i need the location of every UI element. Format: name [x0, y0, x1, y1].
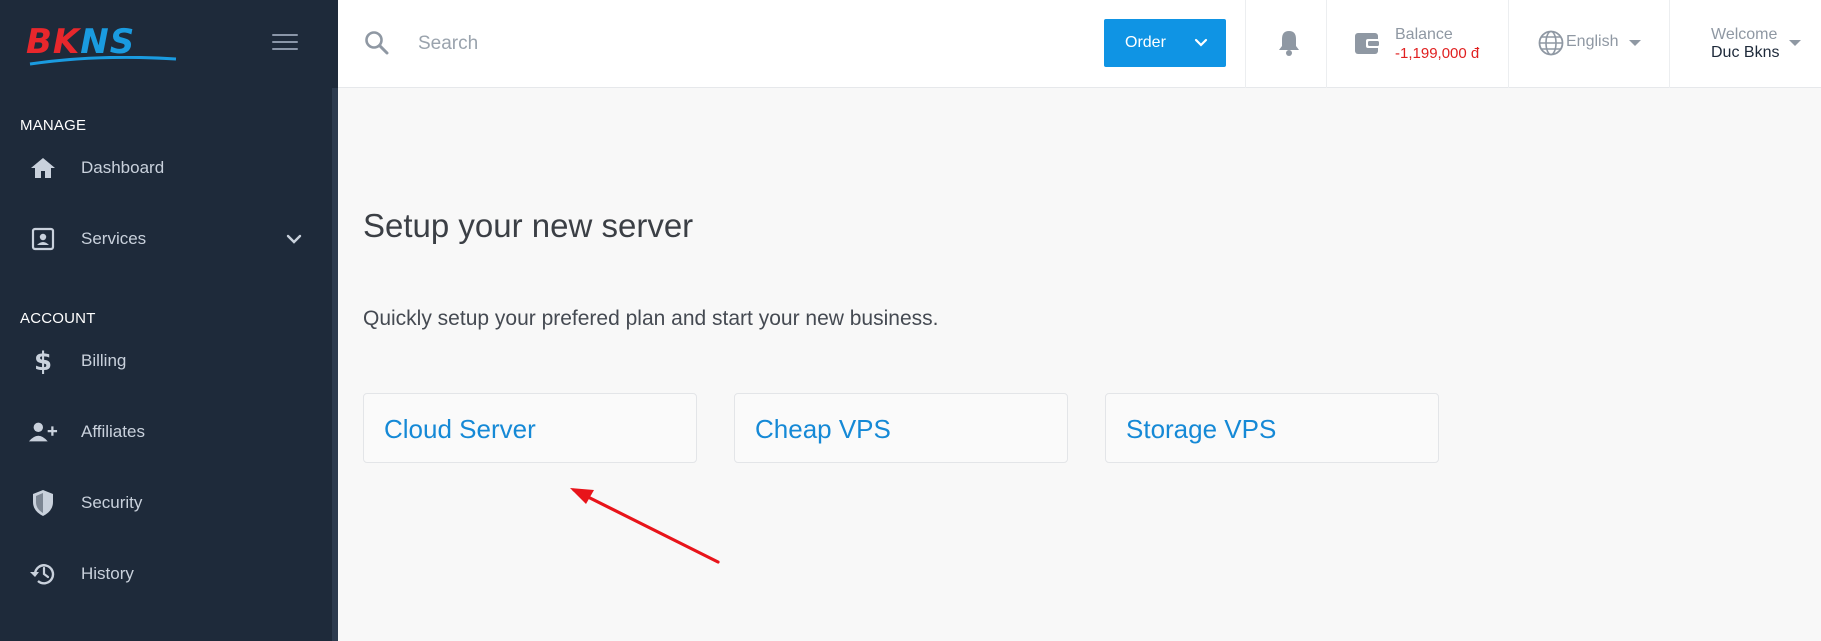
- search-icon[interactable]: [364, 30, 390, 56]
- sidebar-item-label: Billing: [81, 351, 127, 370]
- plan-card-label: Storage VPS: [1126, 414, 1277, 444]
- home-icon: [28, 153, 58, 183]
- section-label-manage: MANAGE: [20, 117, 87, 134]
- svg-text:$: $: [34, 347, 52, 375]
- plan-card-cloud-server[interactable]: Cloud Server: [363, 393, 697, 463]
- shield-icon: [28, 488, 58, 518]
- sidebar-item-label: History: [81, 564, 134, 583]
- header-divider: [1245, 0, 1246, 88]
- plan-card-label: Cloud Server: [384, 414, 536, 444]
- header-divider: [1326, 0, 1327, 88]
- top-bar: Order Balance -1,199,000 đ English Welco…: [338, 0, 1821, 88]
- welcome-label: Welcome: [1711, 26, 1778, 43]
- sidebar: BKNS MANAGE Dashboard Services ACCOUNT $…: [0, 0, 338, 641]
- page-subtitle: Quickly setup your prefered plan and sta…: [363, 307, 939, 330]
- menu-toggle-icon[interactable]: [272, 34, 298, 52]
- header-divider: [1669, 0, 1670, 88]
- history-icon: [28, 559, 58, 589]
- balance-label: Balance: [1395, 26, 1453, 43]
- red-arrow-annotation-icon: [570, 488, 720, 564]
- globe-icon[interactable]: [1537, 29, 1565, 57]
- bell-icon[interactable]: [1274, 28, 1304, 58]
- plan-card-storage-vps[interactable]: Storage VPS: [1105, 393, 1439, 463]
- sidebar-item-label: Affiliates: [81, 422, 145, 441]
- brand-logo[interactable]: BKNS: [26, 22, 177, 66]
- section-label-account: ACCOUNT: [20, 310, 96, 327]
- sidebar-item-affiliates[interactable]: Affiliates: [0, 405, 332, 459]
- caret-down-icon[interactable]: [1788, 39, 1802, 47]
- sidebar-scrollbar[interactable]: [332, 88, 338, 641]
- sidebar-item-security[interactable]: Security: [0, 476, 332, 530]
- dollar-icon: $: [28, 346, 58, 376]
- balance-value: -1,199,000 đ: [1395, 45, 1480, 62]
- page-title: Setup your new server: [363, 207, 694, 244]
- sidebar-item-label: Services: [81, 229, 147, 248]
- header-divider: [1508, 0, 1509, 88]
- user-name[interactable]: Duc Bkns: [1711, 44, 1779, 62]
- chevron-down-icon[interactable]: [284, 229, 304, 249]
- sidebar-item-billing[interactable]: $ Billing: [0, 334, 332, 388]
- logo-text: BKNS: [26, 22, 136, 62]
- wallet-icon: [1355, 33, 1381, 54]
- plan-card-label: Cheap VPS: [755, 414, 891, 444]
- sidebar-item-label: Security: [81, 493, 143, 512]
- sidebar-item-history[interactable]: History: [0, 547, 332, 601]
- user-plus-icon: [28, 417, 58, 447]
- search-input[interactable]: [418, 24, 1018, 64]
- logo-swoosh-icon: [29, 56, 177, 66]
- caret-down-icon[interactable]: [1628, 39, 1642, 47]
- id-card-icon: [28, 224, 58, 254]
- chevron-down-icon: [1194, 38, 1208, 47]
- order-button-label: Order: [1125, 34, 1166, 51]
- plan-card-cheap-vps[interactable]: Cheap VPS: [734, 393, 1068, 463]
- language-selector[interactable]: English: [1566, 33, 1618, 51]
- sidebar-item-dashboard[interactable]: Dashboard: [0, 141, 332, 195]
- order-button[interactable]: Order: [1104, 19, 1226, 67]
- sidebar-item-label: Dashboard: [81, 158, 165, 177]
- sidebar-item-services[interactable]: Services: [0, 212, 332, 266]
